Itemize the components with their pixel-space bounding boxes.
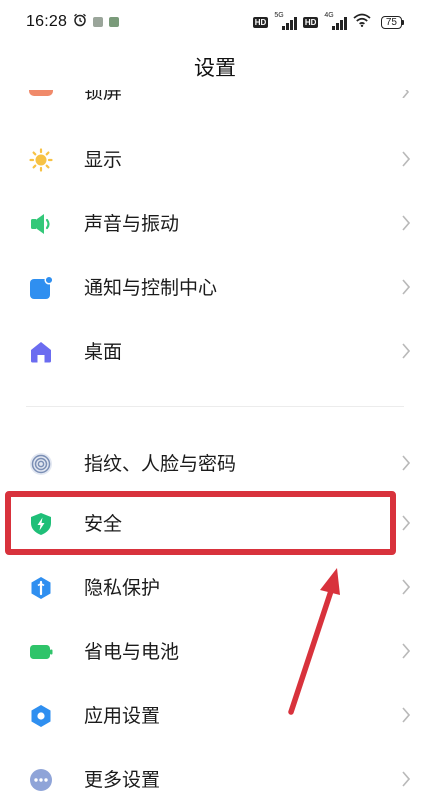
shield-icon: [31, 513, 51, 535]
chevron-right-icon: [402, 215, 410, 231]
chevron-right-icon: [402, 643, 410, 659]
battery-icon: [30, 645, 53, 659]
settings-item-label: 更多设置: [84, 769, 161, 791]
home-icon: [31, 342, 51, 363]
settings-item-label: 声音与振动: [84, 213, 180, 235]
brightness-icon: [29, 148, 53, 172]
settings-item-security[interactable]: 安全: [0, 492, 430, 556]
chevron-right-icon: [402, 90, 410, 98]
settings-item-label: 省电与电池: [84, 641, 180, 663]
settings-item-label: 安全: [84, 513, 123, 535]
settings-item-label: 隐私保护: [84, 577, 161, 599]
settings-item-lock-screen-partial[interactable]: 锁屏: [0, 90, 430, 108]
chevron-right-icon: [402, 343, 410, 359]
chevron-right-icon: [402, 279, 410, 295]
settings-item-label: 应用设置: [84, 705, 161, 727]
chevron-right-icon: [402, 151, 410, 167]
speaker-icon: [31, 214, 50, 234]
settings-item-label: 指纹、人脸与密码: [84, 453, 237, 475]
settings-item-notifications[interactable]: 通知与控制中心: [0, 256, 430, 320]
app-settings-gear-icon: [31, 705, 51, 727]
settings-item-label: 桌面: [84, 341, 123, 363]
settings-item-sound-vibration[interactable]: 声音与振动: [0, 192, 430, 256]
chevron-right-icon: [402, 515, 410, 531]
section-divider: [26, 406, 404, 407]
settings-item-app-settings[interactable]: 应用设置: [0, 684, 430, 748]
settings-item-home-screen[interactable]: 桌面: [0, 320, 430, 384]
settings-item-privacy[interactable]: 隐私保护: [0, 556, 430, 620]
more-icon: [30, 769, 52, 791]
settings-item-label: 通知与控制中心: [84, 277, 218, 299]
lock-screen-icon: [29, 90, 53, 96]
chevron-right-icon: [402, 771, 410, 787]
notification-icon: [30, 276, 53, 299]
settings-item-label: 锁屏: [84, 90, 123, 103]
fingerprint-icon: [30, 453, 52, 475]
settings-item-label: 显示: [84, 149, 123, 171]
privacy-icon: [31, 577, 51, 599]
settings-item-more-settings[interactable]: 更多设置: [0, 748, 430, 812]
chevron-right-icon: [402, 707, 410, 723]
settings-item-display[interactable]: 显示: [0, 128, 430, 192]
chevron-right-icon: [402, 455, 410, 471]
chevron-right-icon: [402, 579, 410, 595]
settings-item-battery[interactable]: 省电与电池: [0, 620, 430, 684]
settings-item-fingerprint-face-password[interactable]: 指纹、人脸与密码: [0, 432, 430, 496]
settings-list: 锁屏 显示 声音与振动 通知与控制中心 桌面 指纹、人脸与密码 安全 隐私保护 …: [0, 0, 430, 800]
